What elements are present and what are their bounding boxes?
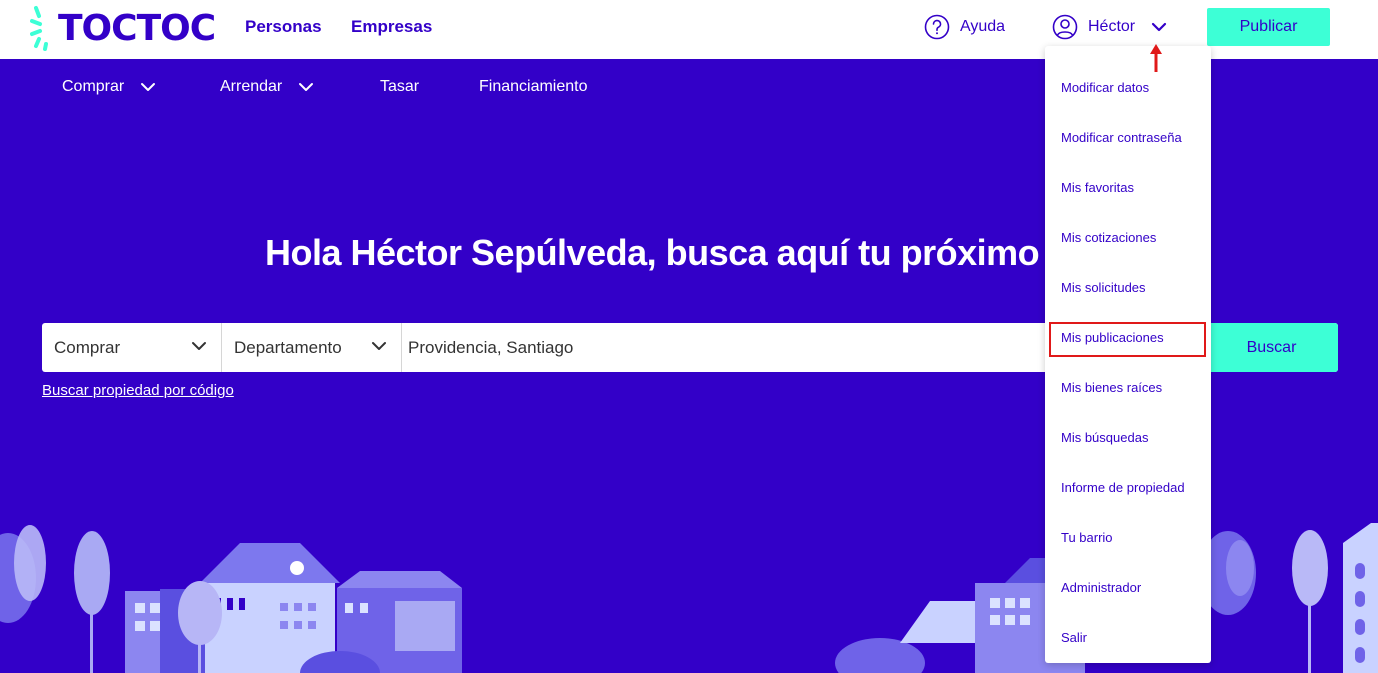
menu-item-modificar-datos[interactable]: Modificar datos bbox=[1061, 80, 1149, 95]
operation-select-value: Comprar bbox=[54, 337, 121, 357]
property-type-select-value: Departamento bbox=[234, 337, 342, 357]
menu-item-informe-de-propiedad[interactable]: Informe de propiedad bbox=[1061, 480, 1185, 495]
user-avatar-icon bbox=[1052, 14, 1078, 40]
operation-select[interactable]: Comprar bbox=[42, 323, 222, 372]
menu-item-modificar-contrasena[interactable]: Modificar contraseña bbox=[1061, 130, 1182, 145]
brand-logo[interactable]: TOCTOC bbox=[30, 4, 216, 52]
menu-item-mis-bienes-raices[interactable]: Mis bienes raíces bbox=[1061, 380, 1162, 395]
menu-item-tu-barrio[interactable]: Tu barrio bbox=[1061, 530, 1113, 545]
user-menu-toggle[interactable]: Héctor bbox=[1052, 14, 1171, 40]
help-icon bbox=[924, 14, 950, 40]
logo-burst-icon bbox=[30, 6, 48, 51]
menu-item-administrador[interactable]: Administrador bbox=[1061, 580, 1141, 595]
subnav-comprar[interactable]: Comprar bbox=[62, 78, 156, 96]
subnav-financiamiento[interactable]: Financiamiento bbox=[479, 78, 588, 96]
chevron-down-icon bbox=[192, 342, 206, 350]
property-type-select[interactable]: Departamento bbox=[222, 323, 402, 372]
chevron-down-icon bbox=[1152, 22, 1167, 32]
chevron-down-icon bbox=[372, 342, 386, 350]
search-by-code-link[interactable]: Buscar propiedad por código bbox=[42, 382, 234, 399]
hero-title: Hola Héctor Sepúlveda, busca aquí tu pró… bbox=[265, 232, 1092, 273]
subnav-arrendar[interactable]: Arrendar bbox=[220, 78, 314, 96]
nav-empresas[interactable]: Empresas bbox=[351, 17, 432, 37]
subnav-comprar-label: Comprar bbox=[62, 78, 125, 95]
subnav-tasar-label: Tasar bbox=[380, 78, 420, 95]
subnav-arrendar-label: Arrendar bbox=[220, 78, 283, 95]
menu-item-mis-favoritas[interactable]: Mis favoritas bbox=[1061, 180, 1134, 195]
menu-item-mis-busquedas[interactable]: Mis búsquedas bbox=[1061, 430, 1148, 445]
subnav-financiamiento-label: Financiamiento bbox=[479, 78, 588, 95]
help-link[interactable]: Ayuda bbox=[924, 14, 1005, 40]
menu-item-mis-cotizaciones[interactable]: Mis cotizaciones bbox=[1061, 230, 1156, 245]
highlight-box bbox=[1049, 322, 1206, 357]
menu-item-mis-solicitudes[interactable]: Mis solicitudes bbox=[1061, 280, 1146, 295]
help-label: Ayuda bbox=[960, 18, 1006, 35]
user-name: Héctor bbox=[1088, 18, 1136, 35]
chevron-down-icon bbox=[141, 83, 156, 91]
publish-button[interactable]: Publicar bbox=[1207, 8, 1330, 46]
nav-personas[interactable]: Personas bbox=[245, 17, 322, 37]
subnav-tasar[interactable]: Tasar bbox=[380, 78, 419, 96]
chevron-down-icon bbox=[299, 83, 314, 91]
red-arrow-icon bbox=[1150, 44, 1162, 72]
brand-wordmark: TOCTOC bbox=[58, 7, 216, 49]
menu-item-salir[interactable]: Salir bbox=[1061, 630, 1087, 645]
search-button[interactable]: Buscar bbox=[1205, 323, 1338, 372]
